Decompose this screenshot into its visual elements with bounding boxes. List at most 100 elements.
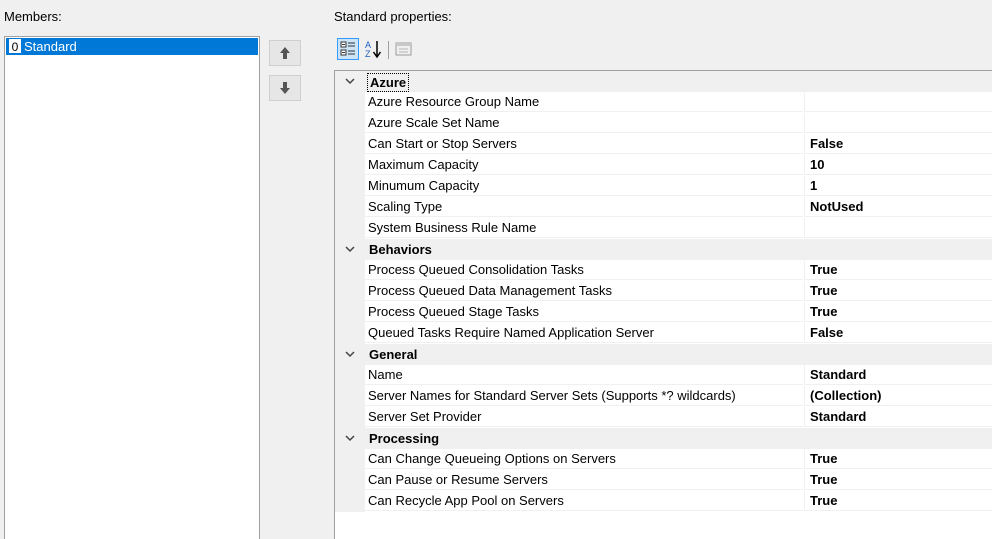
category-behaviors[interactable]: Behaviors bbox=[335, 239, 992, 260]
row-gutter bbox=[335, 449, 365, 470]
category-name: Azure bbox=[367, 73, 410, 92]
row-gutter bbox=[335, 407, 365, 428]
property-row[interactable]: Process Queued Stage Tasks True bbox=[335, 302, 992, 323]
property-row[interactable]: Maximum Capacity 10 bbox=[335, 155, 992, 176]
member-item-standard[interactable]: 0 Standard bbox=[6, 38, 258, 55]
property-row[interactable]: Minumum Capacity 1 bbox=[335, 176, 992, 197]
property-name: Can Start or Stop Servers bbox=[365, 134, 803, 154]
property-row[interactable]: Queued Tasks Require Named Application S… bbox=[335, 323, 992, 344]
properties-label: Standard properties: bbox=[334, 9, 452, 24]
row-gutter bbox=[335, 113, 365, 134]
property-name: Can Pause or Resume Servers bbox=[365, 470, 803, 490]
property-value[interactable]: False bbox=[804, 134, 992, 154]
property-name: Server Names for Standard Server Sets (S… bbox=[365, 386, 803, 406]
property-value[interactable]: True bbox=[804, 302, 992, 322]
property-value[interactable]: Standard bbox=[804, 407, 992, 427]
chevron-down-icon[interactable] bbox=[343, 74, 357, 88]
category-name: Behaviors bbox=[369, 242, 432, 257]
property-value[interactable] bbox=[804, 113, 992, 133]
property-name: Can Change Queueing Options on Servers bbox=[365, 449, 803, 469]
property-value[interactable]: True bbox=[804, 281, 992, 301]
property-row[interactable]: Azure Resource Group Name bbox=[335, 92, 992, 113]
row-gutter bbox=[335, 92, 365, 113]
property-row[interactable]: Azure Scale Set Name bbox=[335, 113, 992, 134]
property-row[interactable]: Can Start or Stop Servers False bbox=[335, 134, 992, 155]
row-gutter bbox=[335, 218, 365, 239]
category-azure[interactable]: Azure bbox=[335, 71, 992, 92]
arrow-down-icon bbox=[280, 82, 290, 94]
row-gutter bbox=[335, 197, 365, 218]
property-name: Name bbox=[365, 365, 803, 385]
member-name: Standard bbox=[24, 39, 77, 54]
property-name: Process Queued Stage Tasks bbox=[365, 302, 803, 322]
property-name: Can Recycle App Pool on Servers bbox=[365, 491, 803, 511]
chevron-down-icon[interactable] bbox=[343, 347, 357, 361]
property-value[interactable]: Standard bbox=[804, 365, 992, 385]
categorized-button[interactable] bbox=[337, 38, 359, 60]
category-name: General bbox=[369, 347, 418, 362]
property-name: Process Queued Data Management Tasks bbox=[365, 281, 803, 301]
row-gutter bbox=[335, 260, 365, 281]
property-name: Queued Tasks Require Named Application S… bbox=[365, 323, 803, 343]
property-row[interactable]: Process Queued Consolidation Tasks True bbox=[335, 260, 992, 281]
property-value[interactable]: NotUsed bbox=[804, 197, 992, 217]
property-pages-button[interactable] bbox=[393, 38, 415, 60]
property-name: Process Queued Consolidation Tasks bbox=[365, 260, 803, 280]
property-value[interactable]: True bbox=[804, 491, 992, 511]
property-row[interactable]: Scaling Type NotUsed bbox=[335, 197, 992, 218]
property-row[interactable]: Name Standard bbox=[335, 365, 992, 386]
property-pages-icon bbox=[395, 42, 412, 56]
property-row[interactable]: Server Names for Standard Server Sets (S… bbox=[335, 386, 992, 407]
row-gutter bbox=[335, 491, 365, 512]
row-gutter bbox=[335, 365, 365, 386]
property-value[interactable]: True bbox=[804, 449, 992, 469]
property-name: Scaling Type bbox=[365, 197, 803, 217]
property-row[interactable]: Can Recycle App Pool on Servers True bbox=[335, 491, 992, 512]
members-label: Members: bbox=[4, 9, 62, 24]
toolbar-separator bbox=[388, 41, 389, 59]
property-row[interactable]: Can Pause or Resume Servers True bbox=[335, 470, 992, 491]
alphabetical-icon: A Z bbox=[365, 40, 382, 59]
row-gutter bbox=[335, 134, 365, 155]
row-gutter bbox=[335, 302, 365, 323]
row-gutter bbox=[335, 176, 365, 197]
members-list[interactable]: 0 Standard bbox=[4, 36, 260, 539]
property-row[interactable]: Process Queued Data Management Tasks True bbox=[335, 281, 992, 302]
member-index: 0 bbox=[9, 39, 21, 54]
property-name: Maximum Capacity bbox=[365, 155, 803, 175]
chevron-down-icon[interactable] bbox=[343, 242, 357, 256]
property-value[interactable]: False bbox=[804, 323, 992, 343]
property-grid[interactable]: Azure Azure Resource Group Name Azure Sc… bbox=[334, 70, 992, 539]
row-gutter bbox=[335, 323, 365, 344]
property-row[interactable]: Server Set Provider Standard bbox=[335, 407, 992, 428]
chevron-down-icon[interactable] bbox=[343, 431, 357, 445]
property-value[interactable] bbox=[804, 92, 992, 112]
svg-text:Z: Z bbox=[365, 49, 371, 59]
property-name: Azure Scale Set Name bbox=[365, 113, 803, 133]
property-name: System Business Rule Name bbox=[365, 218, 803, 238]
row-gutter bbox=[335, 155, 365, 176]
property-value[interactable]: (Collection) bbox=[804, 386, 992, 406]
property-name: Server Set Provider bbox=[365, 407, 803, 427]
arrow-up-icon bbox=[280, 47, 290, 59]
property-value[interactable]: True bbox=[804, 260, 992, 280]
property-value[interactable]: 1 bbox=[804, 176, 992, 196]
row-gutter bbox=[335, 281, 365, 302]
alphabetical-button[interactable]: A Z bbox=[362, 38, 384, 60]
categorized-icon bbox=[340, 41, 355, 56]
property-name: Azure Resource Group Name bbox=[365, 92, 803, 112]
category-name: Processing bbox=[369, 431, 440, 446]
property-name: Minumum Capacity bbox=[365, 176, 803, 196]
move-up-button[interactable] bbox=[269, 40, 301, 66]
row-gutter bbox=[335, 386, 365, 407]
property-row[interactable]: System Business Rule Name bbox=[335, 218, 992, 239]
category-processing[interactable]: Processing bbox=[335, 428, 992, 449]
row-gutter bbox=[335, 470, 365, 491]
property-value[interactable]: 10 bbox=[804, 155, 992, 175]
property-value[interactable] bbox=[804, 218, 992, 238]
property-value[interactable]: True bbox=[804, 470, 992, 490]
move-down-button[interactable] bbox=[269, 75, 301, 101]
property-row[interactable]: Can Change Queueing Options on Servers Tr… bbox=[335, 449, 992, 470]
category-general[interactable]: General bbox=[335, 344, 992, 365]
property-toolbar: A Z bbox=[334, 36, 444, 64]
